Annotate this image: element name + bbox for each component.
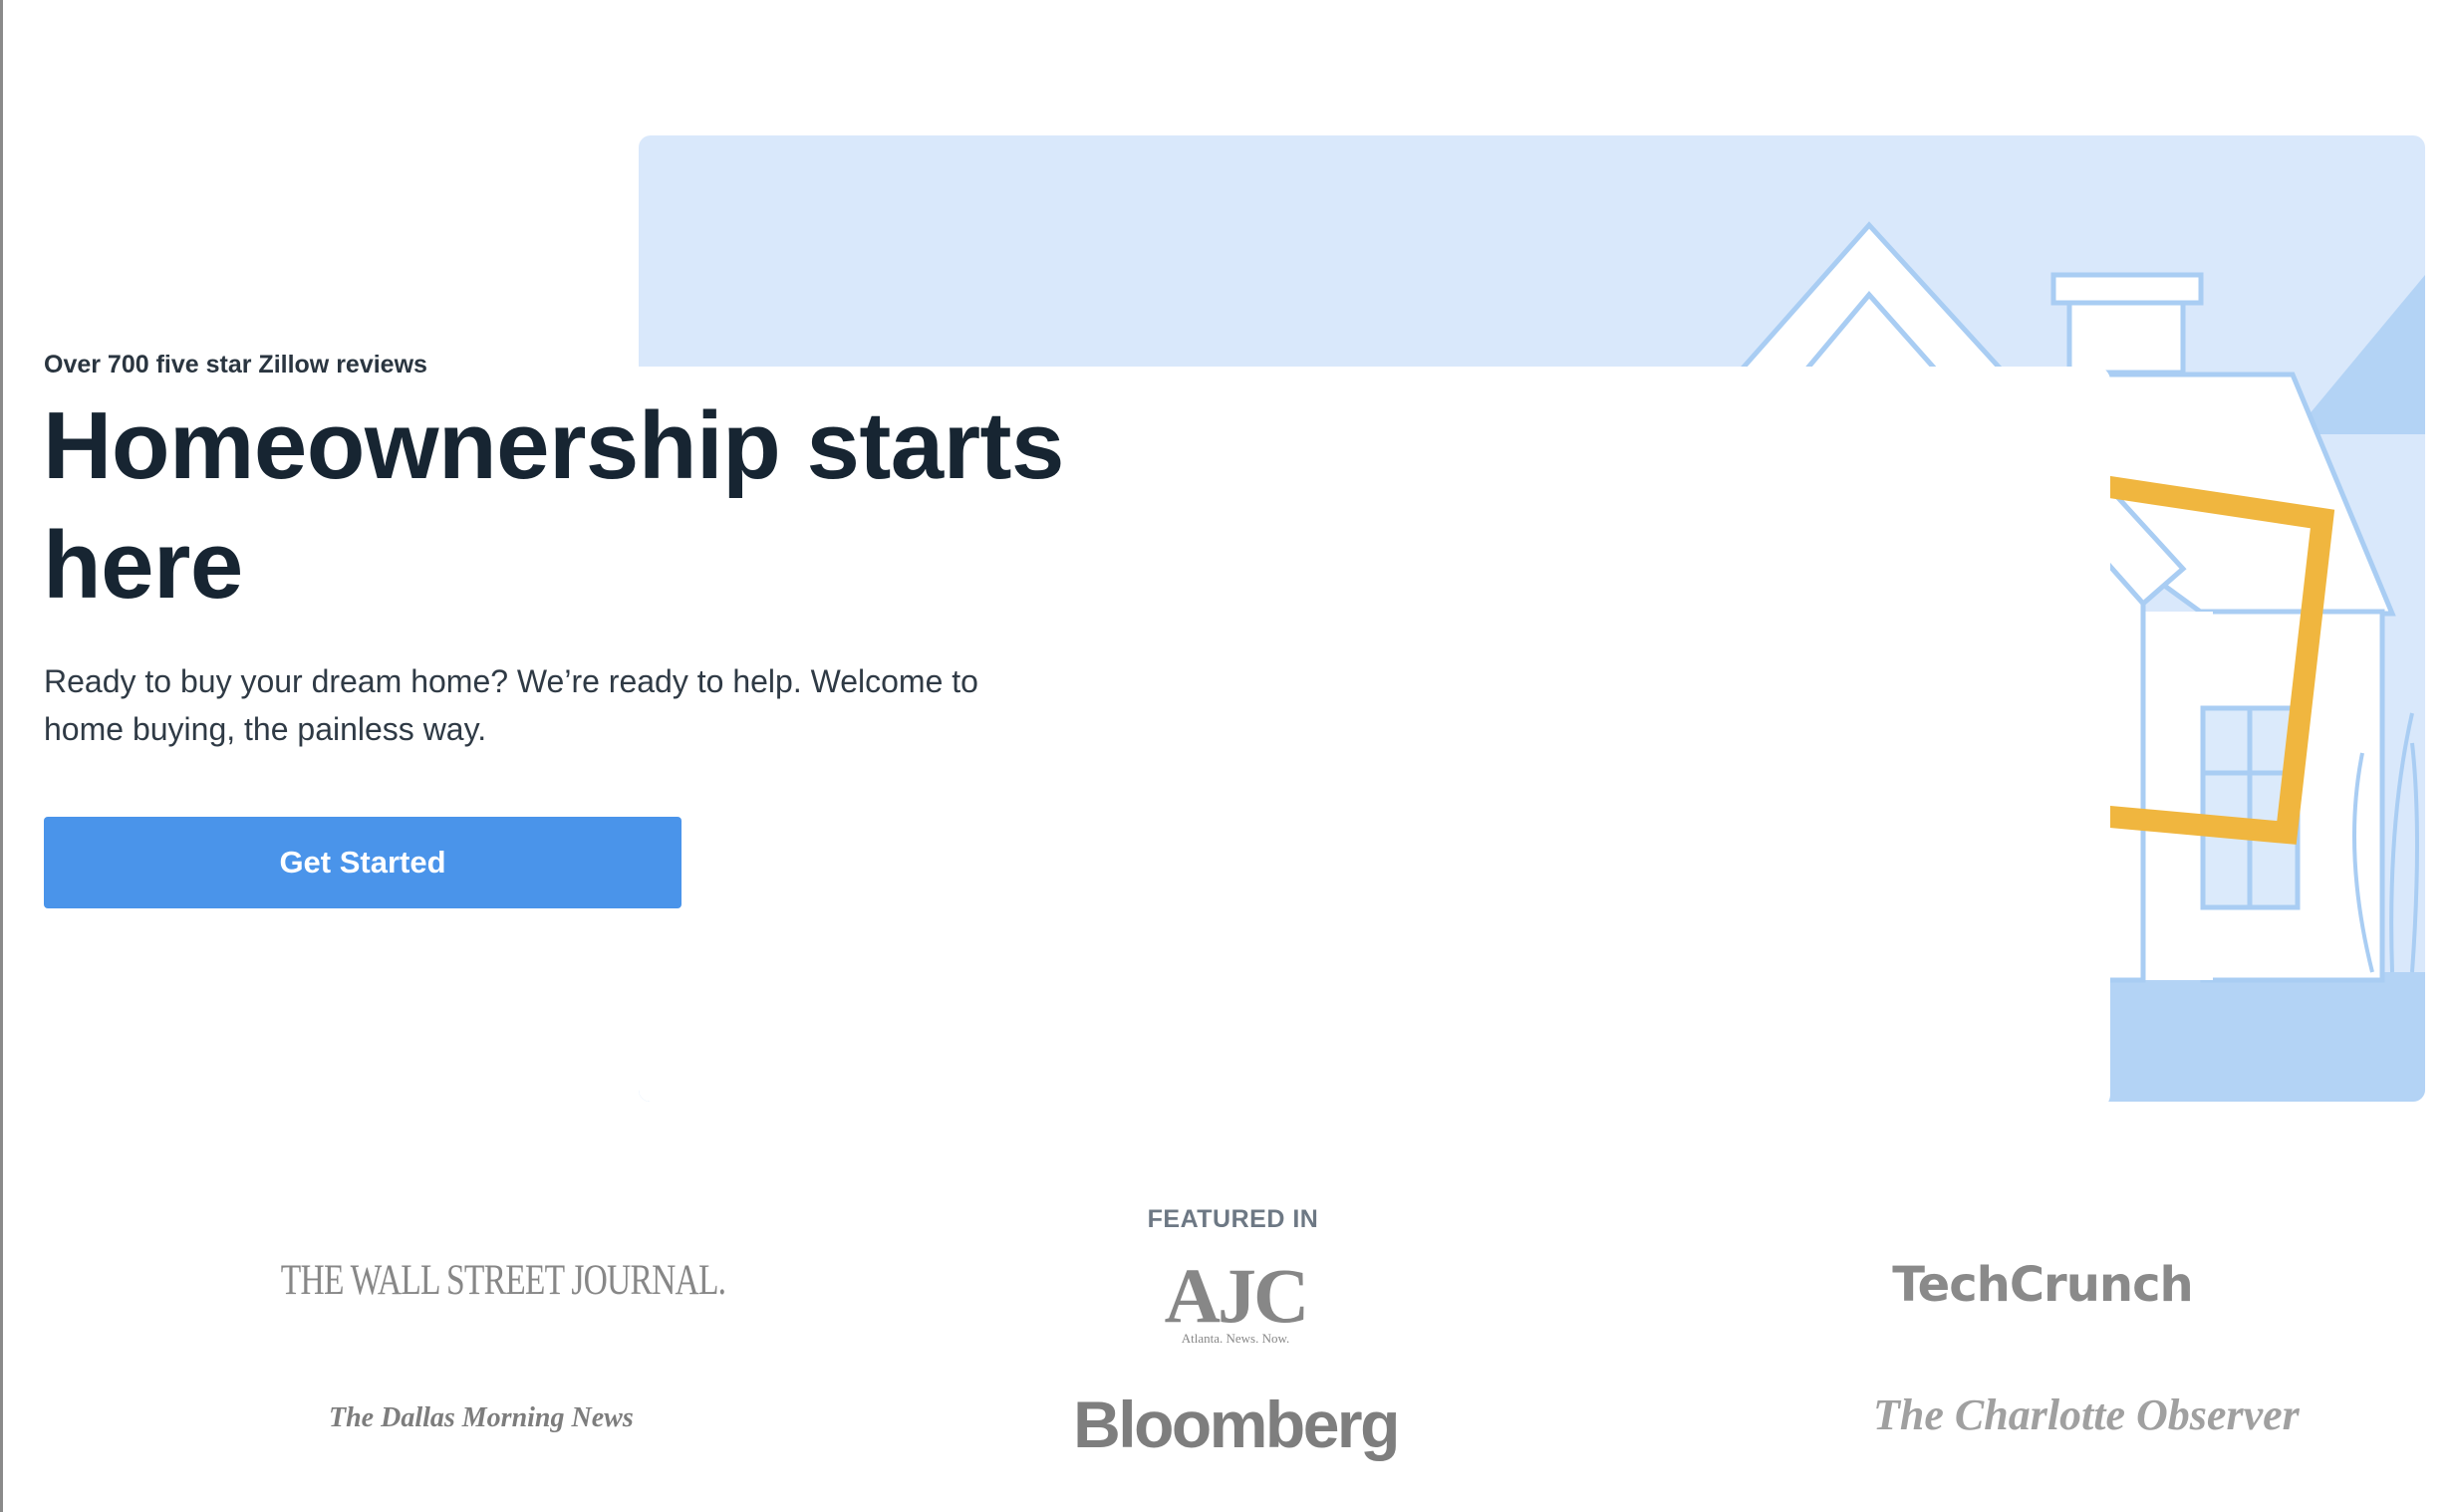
techcrunch-logo: TechCrunch	[1892, 1257, 2193, 1313]
charlotte-observer-logo: The Charlotte Observer	[1873, 1390, 2300, 1439]
window-left-border	[0, 0, 3, 1512]
wsj-logo: THE WALL STREET JOURNAL.	[280, 1257, 726, 1304]
page-title: Homeownership starts here	[43, 392, 1064, 619]
featured-in-heading: FEATURED IN	[1147, 1205, 1319, 1233]
dallas-morning-news-logo: The Dallas Morning News	[329, 1402, 634, 1433]
ajc-logo-tagline: Atlanta. News. Now.	[1181, 1331, 1290, 1346]
ajc-logo-text: AJC	[1164, 1252, 1310, 1339]
get-started-button[interactable]: Get Started	[44, 817, 681, 908]
ajc-logo: AJC Atlanta. News. Now.	[1126, 1257, 1345, 1347]
bloomberg-logo: Bloomberg	[1073, 1387, 1400, 1461]
hill-shape	[2293, 275, 2425, 434]
hero-description: Ready to buy your dream home? We’re read…	[44, 663, 978, 747]
reviews-tagline: Over 700 five star Zillow reviews	[44, 351, 427, 378]
